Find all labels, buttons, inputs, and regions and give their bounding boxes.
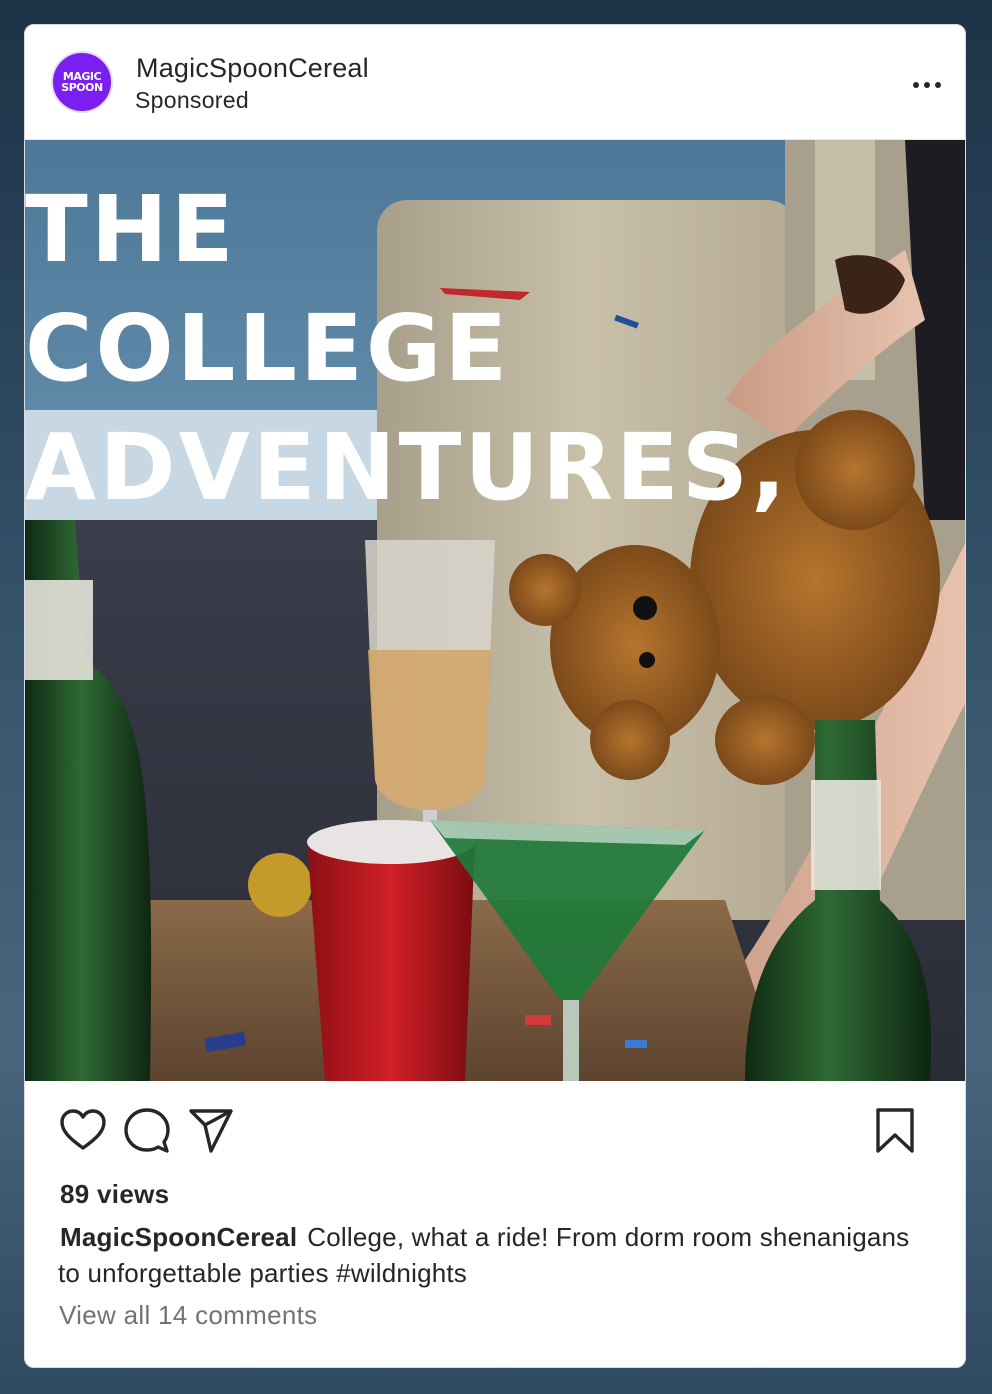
view-all-comments-link[interactable]: View all 14 comments [59, 1300, 317, 1331]
avatar-logo-line2: SPOON [61, 81, 103, 94]
more-options-button[interactable] [903, 71, 951, 99]
view-count: 89 views [60, 1179, 170, 1209]
post-header: MAGIC SPOON MagicSpoonCereal Sponsored [25, 25, 965, 140]
headline-line: THE [25, 176, 237, 283]
post-card: MAGIC SPOON MagicSpoonCereal Sponsored T… [24, 24, 966, 1368]
headline-line: ADVENTURES, [25, 414, 789, 521]
comment-icon [124, 1108, 170, 1153]
account-name[interactable]: MagicSpoonCereal [136, 53, 369, 84]
more-dot [935, 82, 941, 88]
more-dot [924, 82, 930, 88]
save-button[interactable] [871, 1107, 919, 1155]
ad-headline: THE COLLEGE ADVENTURES, [25, 170, 789, 527]
comment-button[interactable] [123, 1107, 171, 1155]
sponsored-label[interactable]: Sponsored [135, 87, 249, 114]
more-horizontal-icon [913, 82, 919, 88]
action-bar [25, 1081, 965, 1181]
headline-line: COLLEGE [25, 295, 511, 402]
caption-username[interactable]: MagicSpoonCereal [60, 1222, 297, 1252]
heart-icon [60, 1109, 106, 1150]
like-button[interactable] [59, 1107, 107, 1155]
bookmark-icon [876, 1108, 914, 1153]
share-button[interactable] [187, 1107, 235, 1155]
post-image[interactable]: THE COLLEGE ADVENTURES, [25, 140, 965, 1081]
post-caption: MagicSpoonCereal College, what a ride! Fr… [58, 1219, 918, 1291]
send-icon [189, 1109, 233, 1153]
avatar[interactable]: MAGIC SPOON [51, 51, 113, 113]
